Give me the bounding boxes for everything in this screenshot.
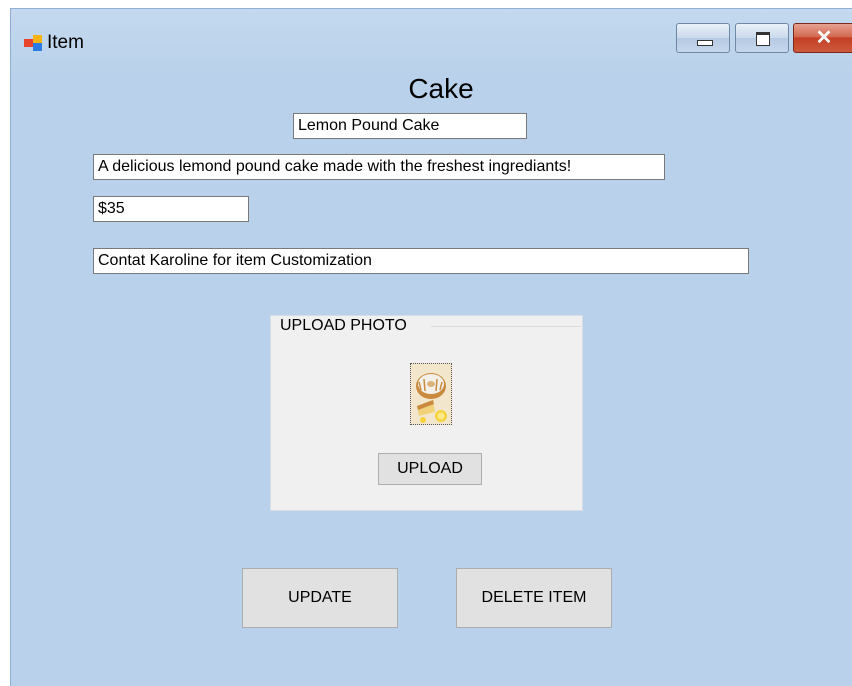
cake-image-icon <box>411 364 451 424</box>
upload-photo-label: UPLOAD PHOTO <box>280 317 409 335</box>
item-price-field[interactable]: $35 <box>93 196 249 222</box>
item-note-field[interactable]: Contat Karoline for item Customization <box>93 248 749 274</box>
window-title: Item <box>47 32 84 53</box>
maximize-button[interactable] <box>735 23 789 53</box>
update-button[interactable]: UPDATE <box>242 568 398 628</box>
title-bar[interactable]: Item ✕ <box>11 9 852 73</box>
item-heading: Cake <box>408 73 474 104</box>
upload-button[interactable]: UPLOAD <box>378 453 482 485</box>
app-icon <box>24 35 42 51</box>
item-description-field[interactable]: A delicious lemond pound cake made with … <box>93 154 665 180</box>
minimize-icon <box>697 40 713 46</box>
delete-item-button[interactable]: DELETE ITEM <box>456 568 612 628</box>
upload-photo-group: UPLOAD PHOTO UPLOAD <box>270 315 583 511</box>
item-window: Item ✕ Cake Lemon Pound Cake A delicious… <box>10 8 852 686</box>
close-icon: ✕ <box>815 27 833 49</box>
group-border-line <box>431 326 581 327</box>
close-button[interactable]: ✕ <box>793 23 852 53</box>
cake-photo[interactable] <box>410 363 452 425</box>
item-name-field[interactable]: Lemon Pound Cake <box>293 113 527 139</box>
minimize-button[interactable] <box>676 23 730 53</box>
maximize-icon <box>756 32 770 46</box>
